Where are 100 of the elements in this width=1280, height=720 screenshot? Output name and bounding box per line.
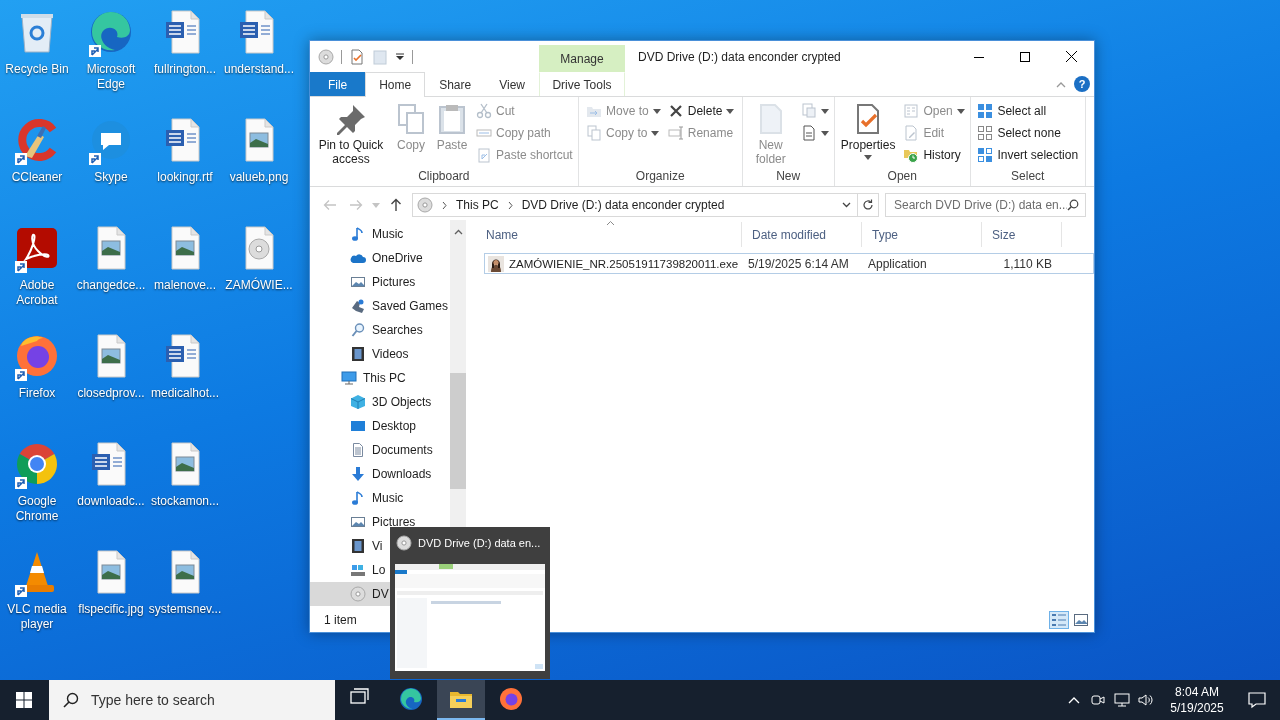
select-all-icon	[977, 103, 994, 119]
disc-icon	[417, 197, 433, 213]
properties-icon[interactable]	[349, 48, 365, 65]
ribbon-button[interactable]: History	[901, 144, 967, 166]
chevron-up-icon	[1068, 696, 1080, 704]
ribbon-button[interactable]: Properties	[837, 100, 899, 160]
address-bar[interactable]: This PC DVD Drive (D:) data enconder crypted	[412, 193, 858, 217]
nav-item[interactable]: Saved Games	[310, 294, 450, 318]
picture-icon	[350, 514, 366, 530]
history-icon	[903, 147, 920, 163]
windows-logo-icon	[16, 692, 32, 708]
column-header[interactable]: Type	[862, 222, 982, 247]
file-row[interactable]: ZAMÓWIENIE_NR.25051911739820011.exe 5/19/2025 6:14 AM Application 1,110 KB	[484, 253, 1094, 274]
desktop-icon	[350, 418, 366, 434]
camera-icon	[1090, 692, 1106, 708]
breadcrumb-item[interactable]: This PC	[456, 198, 499, 212]
desktop-item-label[interactable]: Adobe Acrobat	[0, 278, 74, 308]
column-header[interactable]: Name	[476, 222, 742, 247]
nav-item[interactable]: DV	[310, 582, 391, 606]
pin-icon	[335, 103, 367, 135]
scrollbar-thumb[interactable]	[450, 373, 466, 489]
dropdown-caret-icon[interactable]	[842, 202, 851, 208]
speaker-icon	[1138, 692, 1154, 708]
nav-item[interactable]: 3D Objects	[310, 390, 434, 414]
drive-icon	[350, 562, 366, 578]
forward-arrow-icon	[349, 199, 363, 211]
scroll-up-icon	[453, 229, 463, 235]
nav-item[interactable]: Videos	[310, 342, 411, 366]
desktop-item-label[interactable]: medicalhot...	[150, 386, 219, 401]
ribbon-button[interactable]: Select none	[975, 122, 1081, 144]
edit-icon	[903, 125, 920, 141]
file-name[interactable]: ZAMÓWIENIE_NR.25051911739820011.exe	[509, 257, 739, 270]
details-view-icon	[1051, 611, 1067, 628]
desktop-item-label[interactable]: Google Chrome	[0, 494, 74, 524]
collapse-ribbon-icon[interactable]	[1056, 80, 1066, 88]
large-icons-view-icon	[1073, 611, 1089, 628]
nav-item[interactable]: Documents	[310, 438, 435, 462]
refresh-button[interactable]	[857, 193, 879, 217]
ribbon-button[interactable]: Delete	[665, 100, 737, 122]
nav-item[interactable]: Pictures	[310, 270, 418, 294]
desktop-item-label[interactable]: lookingr.rtf	[157, 170, 213, 185]
group-label: Clipboard	[417, 168, 471, 185]
column-header[interactable]: Size	[982, 222, 1062, 247]
desktop-item-label[interactable]: changedce...	[76, 278, 146, 293]
nav-item[interactable]: OneDrive	[310, 246, 425, 270]
taskbar-button[interactable]	[437, 680, 485, 720]
clock-time: 8:04 AM	[1175, 684, 1219, 700]
clock-date: 5/19/2025	[1170, 700, 1224, 716]
nav-item[interactable]: Lo	[310, 558, 388, 582]
nav-item[interactable]: This PC	[310, 366, 408, 390]
search-icon	[1067, 199, 1079, 211]
desktop-item-label[interactable]: stockamon...	[151, 494, 219, 509]
desktop-item-label[interactable]: Firefox	[18, 386, 56, 401]
ribbon-tab[interactable]: File	[310, 72, 366, 96]
nav-item[interactable]: Vi	[310, 534, 385, 558]
nav-item[interactable]: Desktop	[310, 414, 419, 438]
clipboard-icon	[436, 103, 468, 135]
ribbon-button[interactable]: Select all	[975, 100, 1081, 122]
table-cell-text: Application	[867, 256, 928, 271]
ribbon-tab[interactable]: Share	[425, 72, 486, 96]
ribbon-tab[interactable]: View	[485, 72, 539, 96]
desktop-item-label[interactable]: downloadc...	[77, 494, 145, 509]
ribbon-tab[interactable]: Home	[365, 72, 426, 97]
desktop-item-label[interactable]: ZAMÓWIE...	[225, 278, 293, 293]
maximize-icon	[1020, 51, 1030, 62]
desktop-item-label[interactable]: valueb.png	[229, 170, 289, 185]
desktop-item-label[interactable]: closedprov...	[77, 386, 145, 401]
nav-item[interactable]: Searches	[310, 318, 425, 342]
group-label: New	[775, 168, 802, 185]
open-icon	[903, 103, 920, 119]
breadcrumb-item[interactable]: DVD Drive (D:) data enconder crypted	[521, 198, 725, 212]
customize-caret-icon[interactable]	[395, 52, 405, 61]
desktop-item-label[interactable]: VLC media player	[0, 602, 74, 632]
search-field[interactable]: Search DVD Drive (D:) data en...	[886, 194, 1067, 216]
help-button[interactable]: ?	[1074, 76, 1090, 92]
scrollbar[interactable]	[450, 220, 466, 526]
clock[interactable]: 8:04 AM 5/19/2025	[1164, 680, 1230, 720]
film-icon	[350, 538, 366, 554]
desktop-item-label[interactable]: flspecific.jpg	[78, 602, 144, 617]
desktop-item-label[interactable]: systemsnev...	[148, 602, 222, 617]
search-box[interactable]: Search DVD Drive (D:) data en...	[885, 193, 1086, 217]
invert-selection-icon	[977, 147, 994, 163]
table-cell-text: 5/19/2025 6:14 AM	[747, 256, 850, 271]
monitor-icon	[341, 370, 357, 386]
nav-item[interactable]: Music	[310, 486, 406, 510]
nav-item[interactable]: Music	[310, 222, 406, 246]
view-button[interactable]	[1049, 610, 1069, 629]
desktop-item-label[interactable]: malenove...	[153, 278, 216, 293]
picture-icon	[350, 274, 366, 290]
thumbnail-title: DVD Drive (D:) data en...	[418, 537, 541, 549]
status-text: 1 item	[324, 612, 357, 627]
nav-item[interactable]: Downloads	[310, 462, 434, 486]
ribbon-button[interactable]: Pin to Quick access	[313, 100, 389, 166]
chevron-icon	[506, 200, 514, 210]
back-arrow-icon	[323, 199, 337, 211]
thumbnail-tooltip[interactable]: DVD Drive (D:) data en...	[390, 527, 550, 679]
new-item-icon	[800, 103, 817, 119]
browser-icon	[399, 687, 423, 711]
ribbon-button[interactable]: Invert selection	[975, 144, 1081, 166]
column-header[interactable]: Date modified	[742, 222, 862, 247]
